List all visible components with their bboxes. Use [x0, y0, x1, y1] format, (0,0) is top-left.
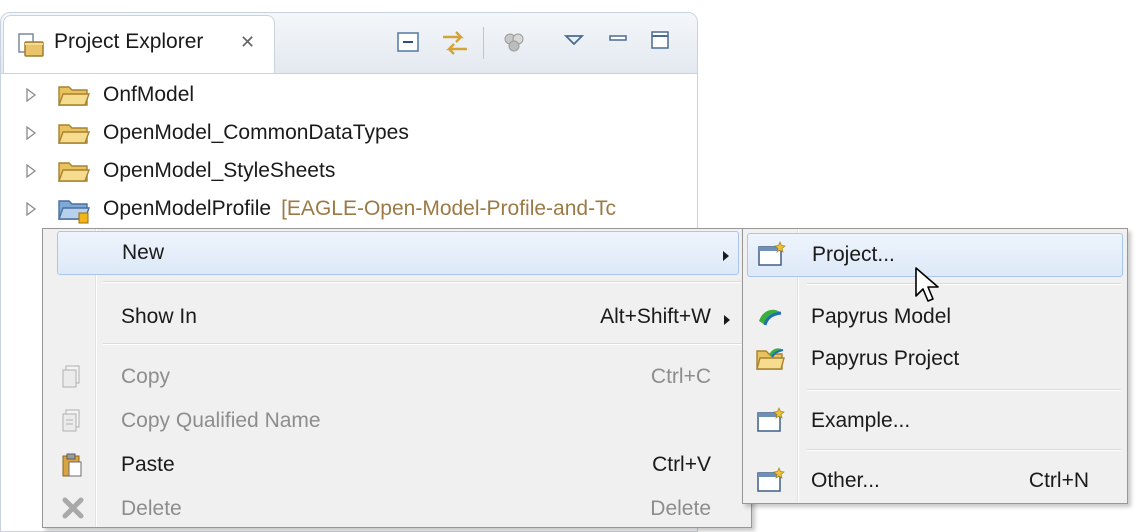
papyrus-project-icon — [755, 345, 785, 378]
minimize-icon[interactable] — [605, 27, 631, 58]
submenu-arrow-icon — [722, 249, 730, 267]
expand-arrow-icon[interactable] — [25, 87, 37, 107]
tree-item-label: OnfModel — [103, 83, 195, 106]
expand-arrow-icon[interactable] — [25, 163, 37, 183]
context-menu: New Show In Alt+Shift+W Copy Ctrl+C Copy… — [42, 228, 752, 528]
menu-item-label: Copy Qualified Name — [121, 409, 321, 432]
menu-item-label: New — [122, 241, 165, 264]
menu-separator — [103, 343, 745, 345]
new-other-icon — [755, 467, 785, 500]
view-header: Project Explorer ✕ — [1, 13, 697, 74]
folder-icon — [57, 159, 91, 190]
menu-item-copy[interactable]: Copy Ctrl+C — [43, 355, 751, 399]
tree-item-label: OpenModel_CommonDataTypes — [103, 121, 409, 144]
project-explorer-tab[interactable]: Project Explorer ✕ — [3, 15, 275, 73]
papyrus-model-icon — [755, 303, 785, 336]
menu-item-label: Copy — [121, 365, 171, 388]
submenu-item-shortcut: Ctrl+N — [1028, 469, 1089, 492]
close-icon[interactable]: ✕ — [240, 30, 255, 54]
submenu-arrow-icon — [723, 313, 731, 331]
menu-separator — [807, 283, 1121, 285]
copy-qualified-name-icon — [61, 408, 83, 439]
tree-item-label: OpenModel_StyleSheets — [103, 159, 336, 182]
shared-project-icon — [57, 197, 91, 230]
menu-separator — [807, 449, 1121, 451]
menu-item-copy-qualified-name[interactable]: Copy Qualified Name — [43, 399, 751, 443]
expand-arrow-icon[interactable] — [25, 125, 37, 145]
project-explorer-icon — [16, 31, 46, 64]
maximize-icon[interactable] — [647, 27, 673, 58]
filters-icon[interactable] — [499, 27, 529, 62]
submenu-item-label: Papyrus Project — [811, 347, 960, 370]
folder-icon — [57, 83, 91, 114]
folder-icon — [57, 121, 91, 152]
toolbar-separator — [483, 27, 484, 59]
menu-item-paste[interactable]: Paste Ctrl+V — [43, 443, 751, 487]
menu-item-label: Show In — [121, 305, 197, 328]
submenu-item-example[interactable]: Example... — [743, 399, 1127, 443]
submenu-item-label: Example... — [811, 409, 911, 432]
menu-separator — [103, 281, 745, 283]
view-menu-icon[interactable] — [561, 27, 587, 58]
submenu-item-papyrus-project[interactable]: Papyrus Project — [743, 337, 1127, 381]
mouse-pointer-icon — [914, 266, 940, 309]
tree-item[interactable]: OpenModel_StyleSheets — [1, 152, 697, 190]
submenu-item-other[interactable]: Other... Ctrl+N — [743, 459, 1127, 503]
delete-icon — [61, 496, 85, 525]
menu-item-shortcut: Delete — [650, 497, 711, 520]
menu-item-show-in[interactable]: Show In Alt+Shift+W — [43, 295, 751, 339]
new-project-icon — [756, 241, 786, 274]
link-with-editor-icon[interactable] — [439, 27, 471, 64]
tree-item[interactable]: OnfModel — [1, 76, 697, 114]
repository-decoration: [EAGLE-Open-Model-Profile-and-Tc — [281, 197, 617, 220]
menu-item-shortcut: Ctrl+V — [652, 453, 711, 476]
collapse-all-icon[interactable] — [393, 27, 423, 62]
tree-item[interactable]: OpenModelProfile [EAGLE-Open-Model-Profil… — [1, 190, 697, 228]
menu-item-label: Delete — [121, 497, 182, 520]
menu-item-delete[interactable]: Delete Delete — [43, 487, 751, 531]
copy-icon — [61, 364, 83, 395]
menu-item-label: Paste — [121, 453, 175, 476]
tab-label: Project Explorer — [54, 30, 204, 53]
expand-arrow-icon[interactable] — [25, 201, 37, 221]
menu-item-shortcut: Alt+Shift+W — [600, 305, 711, 328]
submenu-item-label: Project... — [812, 243, 895, 266]
new-example-icon — [755, 407, 785, 440]
menu-item-new[interactable]: New — [57, 231, 739, 275]
tree-item-label: OpenModelProfile [EAGLE-Open-Model-Profil… — [103, 197, 617, 220]
submenu-item-label: Other... — [811, 469, 880, 492]
tree-item[interactable]: OpenModel_CommonDataTypes — [1, 114, 697, 152]
paste-icon — [61, 452, 83, 483]
menu-separator — [807, 389, 1121, 391]
menu-item-shortcut: Ctrl+C — [650, 365, 711, 388]
